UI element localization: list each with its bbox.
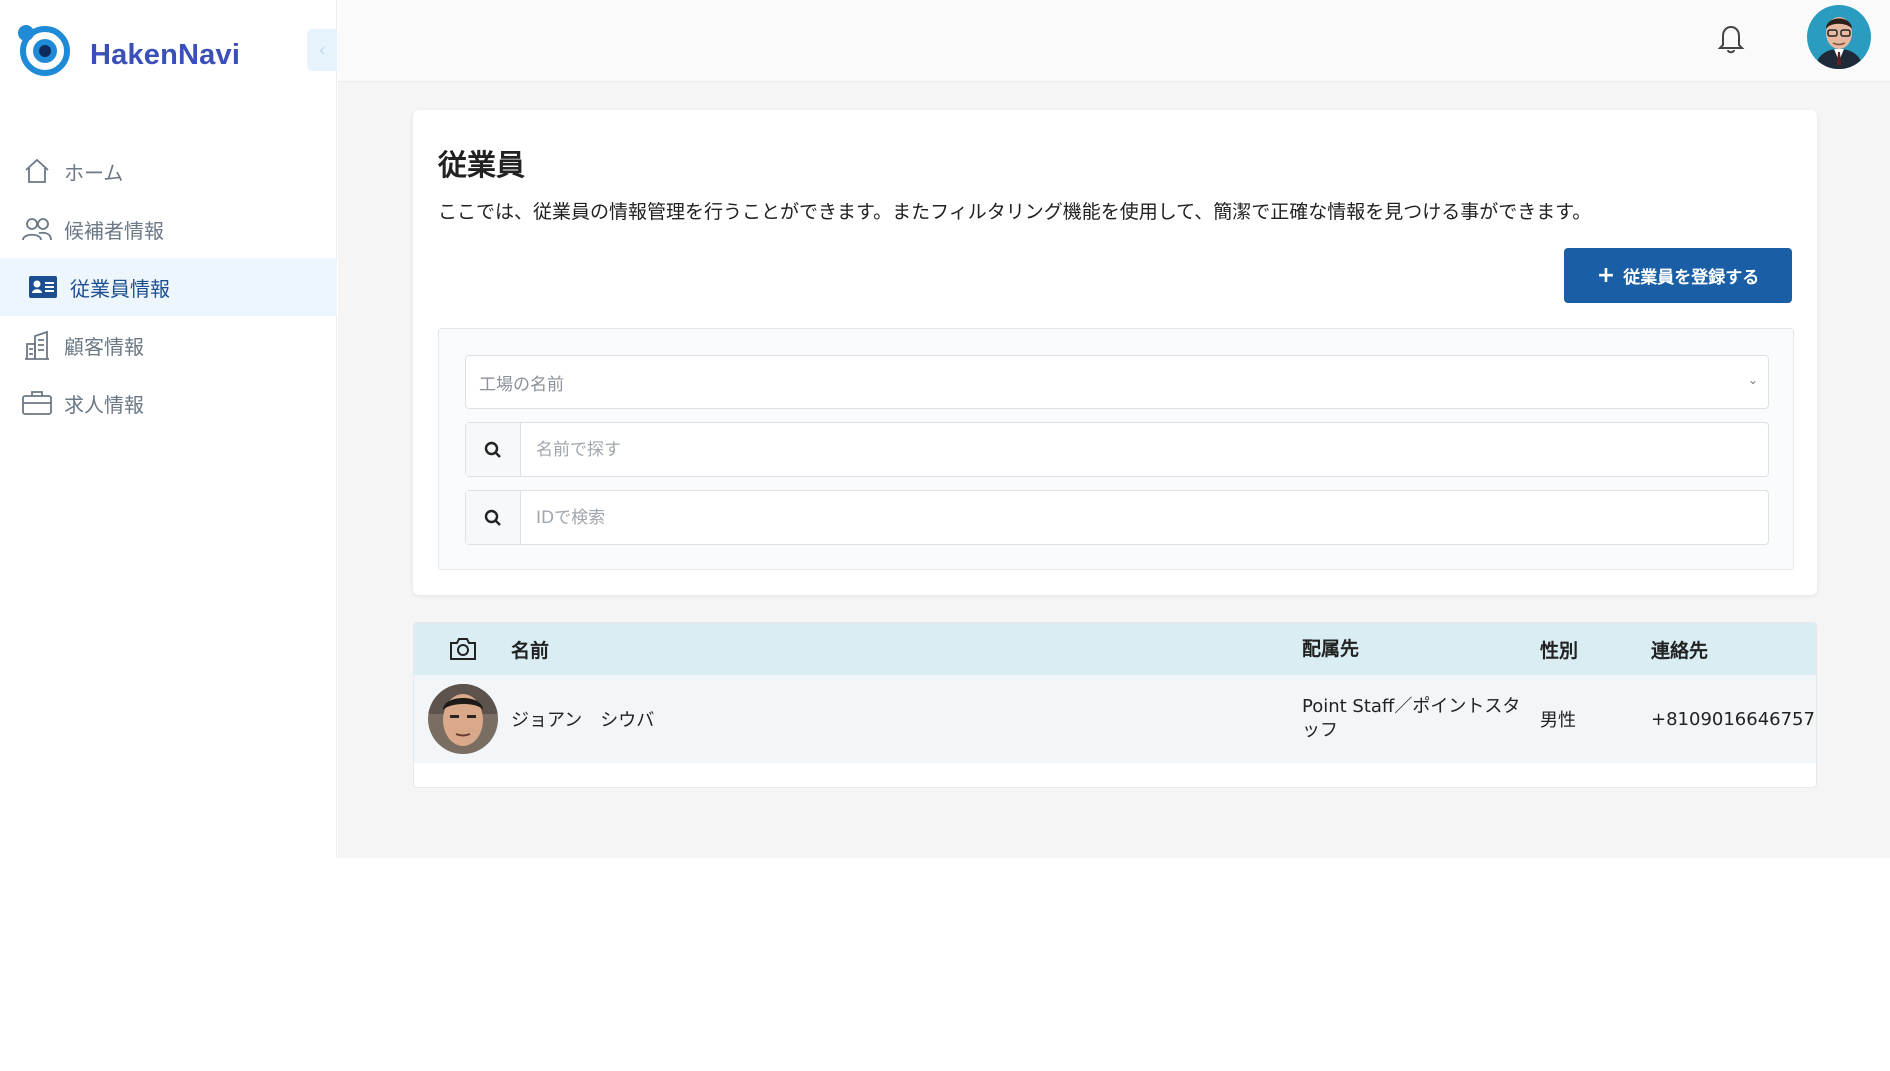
briefcase-icon xyxy=(22,388,52,418)
logo-icon xyxy=(18,25,70,76)
id-search-input[interactable] xyxy=(521,491,1768,544)
search-icon[interactable] xyxy=(466,423,521,476)
employees-card: 従業員 ここでは、従業員の情報管理を行うことができます。またフィルタリング機能を… xyxy=(413,110,1817,595)
brand-logo[interactable]: HakenNavi xyxy=(18,24,240,76)
register-employee-label: 従業員を登録する xyxy=(1623,268,1760,288)
employee-gender: 男性 xyxy=(1540,710,1576,731)
factory-select[interactable]: 工場の名前 ⌄ xyxy=(465,355,1769,409)
brand-name: HakenNavi xyxy=(90,38,241,71)
register-employee-button[interactable]: + 従業員を登録する xyxy=(1564,248,1792,303)
sidebar-item-jobs[interactable]: 求人情報 xyxy=(0,374,337,432)
users-icon xyxy=(22,214,52,244)
sidebar-item-home[interactable]: ホーム xyxy=(0,142,337,200)
employee-name: ジョアン シウバ xyxy=(511,710,655,731)
employee-avatar xyxy=(428,675,498,763)
sidebar-collapse-button[interactable]: ‹ xyxy=(307,29,337,71)
chevron-left-icon: ‹ xyxy=(318,39,326,61)
employee-contact: +8109016646757 xyxy=(1651,708,1815,730)
sidebar-item-label: 候補者情報 xyxy=(64,218,164,243)
page-description: ここでは、従業員の情報管理を行うことができます。またフィルタリング機能を使用して… xyxy=(438,201,1592,223)
factory-select-placeholder: 工場の名前 xyxy=(479,374,564,395)
column-header-contact[interactable]: 連絡先 xyxy=(1651,623,1708,675)
home-icon xyxy=(22,156,52,186)
id-card-icon xyxy=(28,272,58,302)
sidebar-item-customers[interactable]: 顧客情報 xyxy=(0,316,337,374)
bell-icon[interactable] xyxy=(1716,22,1746,54)
plus-icon: + xyxy=(1596,263,1616,288)
page-title: 従業員 xyxy=(438,148,526,182)
name-search-group xyxy=(465,422,1769,477)
sidebar-item-label: 求人情報 xyxy=(64,392,144,417)
sidebar-item-employees[interactable]: 従業員情報 xyxy=(0,258,337,316)
table-header: 名前 配属先 性別 連絡先 xyxy=(414,623,1816,675)
filter-panel: 工場の名前 ⌄ xyxy=(438,328,1794,570)
sidebar-nav: ホーム 候補者情報 従業員情報 顧客情報 求人情報 xyxy=(0,142,337,432)
sidebar-item-label: ホーム xyxy=(64,160,124,185)
column-header-name[interactable]: 名前 xyxy=(511,623,549,675)
column-header-department[interactable]: 配属先 xyxy=(1302,623,1522,675)
sidebar: HakenNavi ‹ ホーム 候補者情報 従業員情報 顧客情報 求人情報 xyxy=(0,0,337,858)
column-header-gender[interactable]: 性別 xyxy=(1540,623,1578,675)
employees-table: 名前 配属先 性別 連絡先 ジョアン シウバ Point Staff／ポイントス… xyxy=(413,622,1817,788)
employee-department: Point Staff／ポイントスタッフ xyxy=(1302,696,1521,741)
search-icon[interactable] xyxy=(466,491,521,544)
chevron-down-icon: ⌄ xyxy=(1747,373,1758,387)
top-bar xyxy=(338,0,1890,82)
sidebar-item-label: 従業員情報 xyxy=(70,276,170,301)
user-avatar[interactable] xyxy=(1807,5,1871,69)
main-content: 従業員 ここでは、従業員の情報管理を行うことができます。またフィルタリング機能を… xyxy=(338,82,1890,858)
id-search-group xyxy=(465,490,1769,545)
app-root: HakenNavi ‹ ホーム 候補者情報 従業員情報 顧客情報 求人情報 従業… xyxy=(0,0,1890,858)
sidebar-item-label: 顧客情報 xyxy=(64,334,144,359)
sidebar-item-candidates[interactable]: 候補者情報 xyxy=(0,200,337,258)
name-search-input[interactable] xyxy=(521,423,1768,476)
building-icon xyxy=(22,330,52,360)
table-row[interactable]: ジョアン シウバ Point Staff／ポイントスタッフ 男性 +810901… xyxy=(414,675,1816,763)
camera-icon xyxy=(428,623,498,675)
